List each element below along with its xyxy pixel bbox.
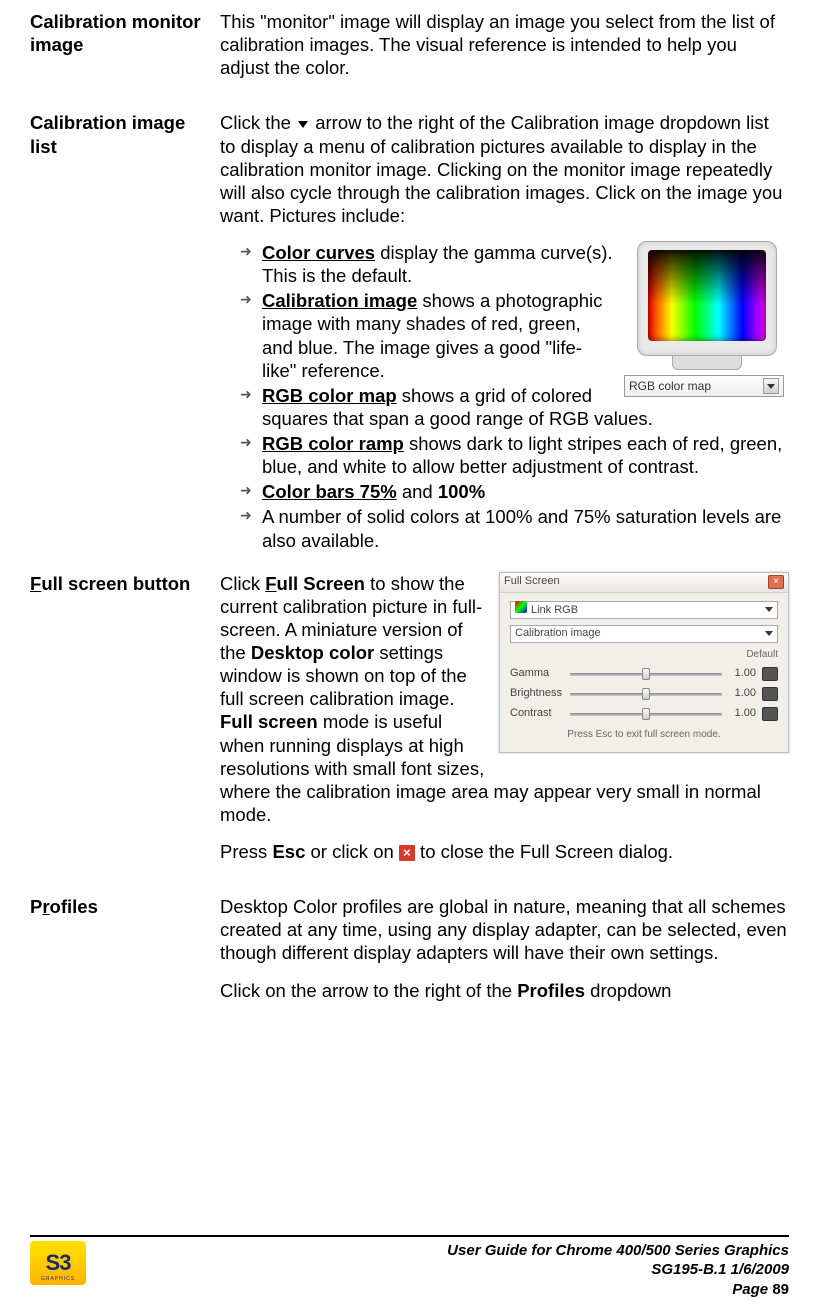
brightness-row: Brightness 1.00: [510, 687, 778, 701]
text: Press: [220, 841, 272, 862]
logo-subtext: GRAPHICS: [41, 1276, 75, 1282]
bullet-text: A number of solid colors at 100% and 75%…: [262, 506, 781, 550]
slider-value: 1.00: [728, 667, 756, 681]
dropdown-value: Link RGB: [531, 604, 578, 616]
paragraph: Click on the arrow to the right of the P…: [220, 979, 789, 1002]
text: Click the: [220, 112, 296, 133]
bullet-term: RGB color map: [262, 385, 397, 406]
document-page: Calibration monitor image This "monitor"…: [0, 0, 819, 1309]
text: Page: [732, 1281, 772, 1298]
slider-label: Gamma: [510, 667, 564, 681]
dialog-title: Full Screen: [504, 575, 560, 589]
list-item: RGB color ramp shows dark to light strip…: [240, 432, 789, 478]
calibration-image-dropdown[interactable]: Calibration image: [510, 625, 778, 643]
chevron-down-icon: [765, 607, 773, 612]
section-label: Full screen button: [30, 572, 220, 878]
slider-label: Brightness: [510, 687, 564, 701]
text: Profiles: [517, 980, 585, 1001]
list-item: Calibration image shows a photographic i…: [240, 289, 789, 382]
paragraph: Press Esc or click on × to close the Ful…: [220, 840, 789, 863]
page-number: 89: [772, 1281, 789, 1298]
paragraph: This "monitor" image will display an ima…: [220, 10, 789, 79]
default-swatch[interactable]: [762, 687, 778, 701]
footer-text: User Guide for Chrome 400/500 Series Gra…: [86, 1241, 789, 1300]
section-calibration-monitor-image: Calibration monitor image This "monitor"…: [30, 10, 789, 93]
text: or click on: [305, 841, 399, 862]
brightness-slider[interactable]: [570, 687, 722, 701]
text: dropdown: [585, 980, 671, 1001]
dialog-titlebar: Full Screen ×: [500, 573, 788, 593]
slider-value: 1.00: [728, 707, 756, 721]
label-underline: F: [30, 573, 41, 594]
list-item: RGB color map shows a grid of colored sq…: [240, 384, 789, 430]
label-underline: r: [42, 896, 49, 917]
page-footer: S3 GRAPHICS User Guide for Chrome 400/50…: [30, 1235, 789, 1300]
dialog-footer-text: Press Esc to exit full screen mode.: [510, 729, 778, 742]
contrast-slider[interactable]: [570, 707, 722, 721]
gamma-slider[interactable]: [570, 667, 722, 681]
text: Full screen: [220, 711, 318, 732]
section-content: Full Screen × Link RGB Calibration image…: [220, 572, 789, 878]
list-item: A number of solid colors at 100% and 75%…: [240, 505, 789, 551]
close-icon: ×: [399, 845, 415, 861]
text: Esc: [272, 841, 305, 862]
link-rgb-dropdown[interactable]: Link RGB: [510, 601, 778, 619]
text: arrow to the right of the Calibration im…: [220, 112, 782, 226]
default-swatch[interactable]: [762, 707, 778, 721]
list-item: Color curves display the gamma curve(s).…: [240, 241, 789, 287]
section-full-screen-button: Full screen button Full Screen × Link RG…: [30, 572, 789, 878]
text: Desktop color: [251, 642, 374, 663]
contrast-row: Contrast 1.00: [510, 707, 778, 721]
bullet-term: Calibration image: [262, 290, 417, 311]
section-content: Click the arrow to the right of the Cali…: [220, 111, 789, 553]
bullet-area: RGB color map Color curves display the g…: [220, 241, 789, 554]
bullet-term: Color bars 75%: [262, 481, 397, 502]
bullet-term: RGB color ramp: [262, 433, 404, 454]
text: Full Screen: [265, 573, 365, 594]
list-item: Color bars 75% and 100%: [240, 480, 789, 503]
slider-label: Contrast: [510, 707, 564, 721]
footer-line: User Guide for Chrome 400/500 Series Gra…: [86, 1241, 789, 1261]
section-label: Calibration image list: [30, 111, 220, 553]
s3-logo: S3 GRAPHICS: [30, 1241, 86, 1285]
paragraph: Desktop Color profiles are global in nat…: [220, 895, 789, 964]
underline-char: F: [265, 573, 276, 594]
slider-value: 1.00: [728, 687, 756, 701]
full-screen-dialog-preview: Full Screen × Link RGB Calibration image…: [499, 572, 789, 753]
footer-line: SG195-B.1 1/6/2009: [86, 1260, 789, 1280]
dropdown-arrow-icon: [298, 121, 308, 128]
label-char: P: [30, 896, 42, 917]
bullet-term: 100%: [438, 481, 485, 502]
default-swatch[interactable]: [762, 667, 778, 681]
dropdown-value: Calibration image: [515, 627, 601, 641]
footer-line: Page 89: [86, 1280, 789, 1300]
chevron-down-icon: [765, 631, 773, 636]
gamma-row: Gamma 1.00: [510, 667, 778, 681]
bullet-text: and: [397, 481, 438, 502]
section-content: Desktop Color profiles are global in nat…: [220, 895, 789, 1016]
text: Click on the arrow to the right of the: [220, 980, 517, 1001]
section-label: Calibration monitor image: [30, 10, 220, 93]
section-calibration-image-list: Calibration image list Click the arrow t…: [30, 111, 789, 553]
link-rgb-icon: [515, 601, 527, 613]
section-label: Profiles: [30, 895, 220, 1016]
default-label: Default: [510, 649, 778, 662]
text: Click: [220, 573, 265, 594]
section-content: This "monitor" image will display an ima…: [220, 10, 789, 93]
bullet-term: Color curves: [262, 242, 375, 263]
logo-text: S3: [46, 1249, 71, 1277]
paragraph: Click the arrow to the right of the Cali…: [220, 111, 789, 227]
section-profiles: Profiles Desktop Color profiles are glob…: [30, 895, 789, 1016]
dialog-body: Link RGB Calibration image Default Gamma…: [500, 593, 788, 752]
label-rest: ofiles: [50, 896, 98, 917]
text: to close the Full Screen dialog.: [415, 841, 673, 862]
close-icon[interactable]: ×: [768, 575, 784, 589]
label-rest: ull screen button: [41, 573, 190, 594]
